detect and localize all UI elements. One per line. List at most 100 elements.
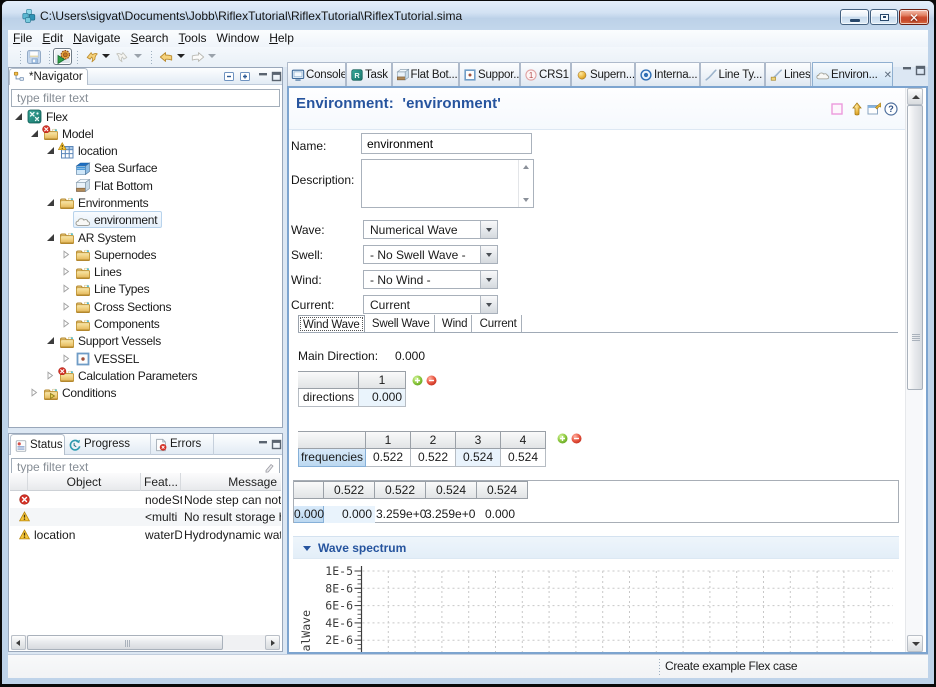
menu-item[interactable]: Tools: [173, 30, 211, 47]
minimize-button[interactable]: [840, 9, 869, 25]
tree-item[interactable]: Support Vessels: [9, 332, 282, 349]
tree-expand-arrow[interactable]: [62, 250, 71, 259]
menu-item[interactable]: File: [8, 30, 37, 47]
tree-item[interactable]: Sea Surface: [9, 159, 282, 176]
forward-dropdown[interactable]: [208, 54, 216, 58]
corner-cell[interactable]: [294, 481, 324, 499]
restore-button[interactable]: [870, 9, 898, 25]
tree-item[interactable]: Components: [9, 315, 282, 332]
corner-cell[interactable]: [298, 431, 366, 449]
add-column-button[interactable]: [557, 433, 568, 444]
navigator-tab[interactable]: *Navigator: [9, 68, 88, 85]
value-cell[interactable]: 0.000: [359, 389, 406, 407]
editor-tab[interactable]: Console: [287, 62, 346, 86]
row-label[interactable]: frequencies: [298, 449, 366, 467]
tree-item[interactable]: Lines: [9, 263, 282, 280]
statusbar-message[interactable]: Create example Flex case: [665, 659, 797, 673]
tree-item[interactable]: Cross Sections: [9, 297, 282, 314]
header-cell[interactable]: 0.522: [324, 481, 375, 499]
tree-expand-arrow[interactable]: [62, 267, 71, 276]
column-feature[interactable]: Feat...: [141, 473, 181, 491]
row-label[interactable]: directions: [298, 389, 359, 407]
editor-maximize-icon[interactable]: [913, 64, 928, 77]
value-cell[interactable]: 3.259e+0: [376, 506, 427, 523]
tab-close-icon[interactable]: ✕: [884, 70, 892, 81]
column-severity[interactable]: [10, 473, 28, 491]
editor-tab[interactable]: CRS1: [520, 62, 571, 86]
textarea-scrollbar[interactable]: [518, 160, 533, 207]
editor-tab[interactable]: Line Ty...: [700, 62, 766, 86]
tree-item[interactable]: Flat Bottom: [9, 176, 282, 193]
editor-tab[interactable]: Lines: [765, 62, 811, 86]
menu-item[interactable]: Search: [125, 30, 173, 47]
name-input[interactable]: [361, 133, 532, 154]
tree-item[interactable]: Flex: [9, 107, 282, 124]
combo-select[interactable]: - No Swell Wave -: [363, 245, 498, 264]
status-view-tab[interactable]: Status: [10, 434, 65, 455]
menu-item[interactable]: Help: [264, 30, 299, 47]
value-cell[interactable]: 0.000: [325, 506, 375, 523]
tree-expand-arrow[interactable]: [62, 215, 71, 224]
header-cell[interactable]: 0.522: [375, 481, 426, 499]
subtab[interactable]: Wind: [438, 315, 472, 333]
section-twistie-icon[interactable]: [303, 546, 311, 551]
tree-expand-arrow[interactable]: [62, 354, 71, 363]
menu-item[interactable]: Navigate: [68, 30, 125, 47]
value-cell[interactable]: 0.522: [366, 449, 411, 467]
open-new-window-icon[interactable]: [867, 102, 881, 116]
title-bar[interactable]: C:\Users\sigvat\Documents\Jobb\RiflexTut…: [2, 1, 934, 30]
editor-tab[interactable]: Suppor...: [459, 62, 520, 86]
editor-tab[interactable]: Supern...: [571, 62, 635, 86]
header-cell[interactable]: 2: [411, 431, 456, 449]
pin-editor-icon[interactable]: [830, 102, 844, 116]
help-icon[interactable]: ?: [884, 102, 898, 116]
tree-expand-arrow[interactable]: [62, 163, 71, 172]
header-cell[interactable]: 1: [366, 431, 411, 449]
forward-icon[interactable]: [191, 50, 205, 64]
navigator-filter[interactable]: [11, 89, 280, 107]
editor-vscrollbar[interactable]: [905, 88, 923, 652]
editor-tab[interactable]: Environ...✕: [812, 62, 893, 86]
tree-expand-arrow[interactable]: [46, 146, 55, 155]
header-cell[interactable]: 1: [359, 371, 406, 389]
tree-item[interactable]: AR System: [9, 228, 282, 245]
status-row[interactable]: location waterD Hydrodynamic wate: [10, 526, 281, 543]
menu-item[interactable]: Window: [212, 30, 265, 47]
tree-item[interactable]: Calculation Parameters: [9, 366, 282, 383]
navigate-up-icon[interactable]: [850, 102, 864, 116]
navigator-filter-input[interactable]: [12, 90, 279, 106]
tree-expand-arrow[interactable]: [30, 129, 39, 138]
undo-icon[interactable]: [85, 50, 99, 64]
editor-tab[interactable]: Task: [346, 62, 392, 86]
tree-item[interactable]: Supernodes: [9, 245, 282, 262]
tree-expand-arrow[interactable]: [46, 336, 55, 345]
tree-expand-arrow[interactable]: [46, 233, 55, 242]
add-column-button[interactable]: [412, 375, 423, 386]
tree-item[interactable]: Environments: [9, 193, 282, 210]
view-maximize-icon[interactable]: [269, 438, 284, 451]
status-row[interactable]: nodeSt Node step can not b: [10, 491, 281, 508]
scroll-up-button[interactable]: [907, 88, 923, 105]
combo-arrow-button[interactable]: [480, 221, 497, 238]
subtab[interactable]: Swell Wave: [368, 315, 435, 333]
scroll-thumb[interactable]: [27, 635, 223, 650]
tree-expand-arrow[interactable]: [62, 284, 71, 293]
validate-button[interactable]: [53, 48, 72, 65]
tree-item[interactable]: Line Types: [9, 280, 282, 297]
close-button[interactable]: ✕: [899, 9, 929, 25]
header-cell[interactable]: 0.524: [477, 481, 528, 499]
value-cell[interactable]: 0.000: [467, 506, 518, 523]
scroll-thumb[interactable]: [907, 105, 923, 390]
menu-item[interactable]: Edit: [37, 30, 68, 47]
tree-item[interactable]: Conditions: [9, 384, 282, 401]
expand-all-button[interactable]: [238, 70, 253, 83]
tree-expand-arrow[interactable]: [62, 319, 71, 328]
tree-expand-arrow[interactable]: [46, 198, 55, 207]
tree-item[interactable]: location: [9, 142, 282, 159]
tree-expand-arrow[interactable]: [46, 371, 55, 380]
header-cell[interactable]: 0.524: [426, 481, 477, 499]
subtab[interactable]: Wind Wave: [298, 315, 365, 333]
tree-expand-arrow[interactable]: [30, 388, 39, 397]
tree-expand-arrow[interactable]: [62, 181, 71, 190]
corner-cell[interactable]: [298, 371, 359, 389]
